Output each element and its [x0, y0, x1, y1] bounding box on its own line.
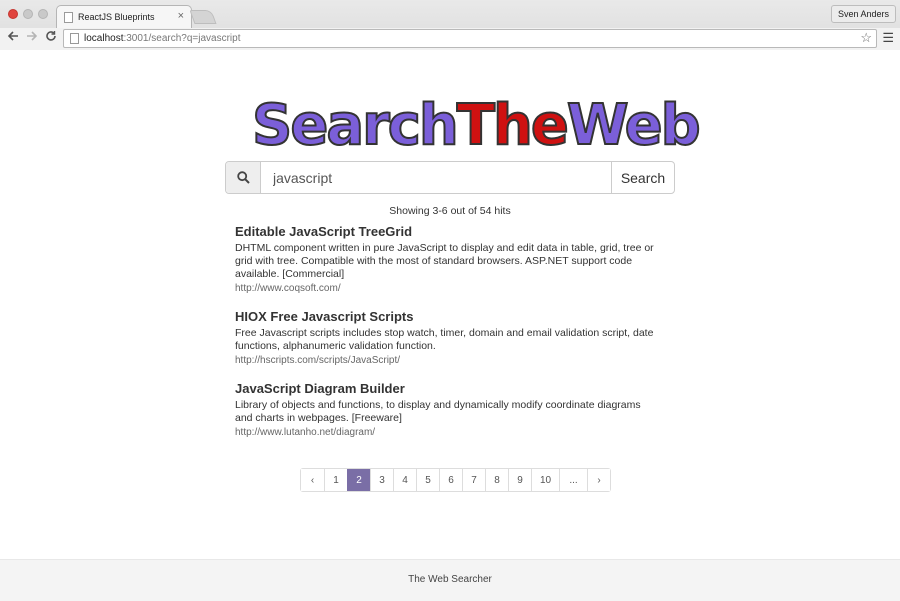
site-logo: SearchTheWeb	[251, 90, 702, 162]
result-description: DHTML component written in pure JavaScri…	[235, 242, 654, 280]
browser-chrome: ReactJS Blueprints × Sven Anders localho…	[0, 0, 900, 50]
tab-strip: ReactJS Blueprints × Sven Anders	[0, 0, 900, 29]
search-input[interactable]	[261, 162, 611, 193]
url-path: :3001/search?q=javascript	[123, 33, 241, 44]
browser-toolbar: localhost:3001/search?q=javascript ☆ ☰	[0, 28, 900, 50]
menu-icon[interactable]: ☰	[882, 30, 894, 46]
result-description: Library of objects and functions, to dis…	[235, 399, 641, 424]
results-list: Editable JavaScript TreeGrid DHTML compo…	[235, 223, 655, 452]
page-button-9[interactable]: 9	[508, 469, 531, 491]
footer-text: The Web Searcher	[408, 574, 492, 585]
tab-close-icon[interactable]: ×	[178, 10, 184, 22]
result-url[interactable]: http://www.lutanho.net/diagram/	[235, 426, 655, 439]
pagination: ‹ 1 2 3 4 5 6 7 8 9 10 ... ›	[300, 468, 611, 492]
result-title[interactable]: HIOX Free Javascript Scripts	[235, 308, 655, 325]
result-url[interactable]: http://www.coqsoft.com/	[235, 282, 655, 295]
result-item: Editable JavaScript TreeGrid DHTML compo…	[235, 223, 655, 295]
search-icon	[226, 162, 261, 193]
page-ellipsis-button[interactable]: ...	[559, 469, 587, 491]
tab-title: ReactJS Blueprints	[78, 12, 155, 22]
logo-part-the: The	[456, 92, 570, 159]
result-item: JavaScript Diagram Builder Library of ob…	[235, 380, 655, 439]
result-description: Free Javascript scripts includes stop wa…	[235, 327, 654, 352]
url-text[interactable]: localhost:3001/search?q=javascript	[84, 33, 241, 44]
hits-count: Showing 3-6 out of 54 hits	[389, 205, 511, 217]
logo-part-search: Search	[251, 92, 460, 159]
window-maximize-button[interactable]	[38, 9, 48, 19]
page-button-6[interactable]: 6	[439, 469, 462, 491]
page-icon	[70, 33, 79, 44]
logo-part-web: Web	[566, 92, 702, 159]
result-url[interactable]: http://hscripts.com/scripts/JavaScript/	[235, 354, 655, 367]
page-button-1[interactable]: 1	[324, 469, 347, 491]
page-button-3[interactable]: 3	[370, 469, 393, 491]
page-button-8[interactable]: 8	[485, 469, 508, 491]
pagination-next-button[interactable]: ›	[587, 469, 610, 491]
new-tab-button[interactable]	[189, 10, 217, 24]
page-footer: The Web Searcher	[0, 559, 900, 601]
page-button-2[interactable]: 2	[347, 469, 370, 491]
browser-tab[interactable]: ReactJS Blueprints ×	[56, 5, 192, 29]
address-bar[interactable]: localhost:3001/search?q=javascript ☆	[63, 29, 877, 48]
window-close-button[interactable]	[8, 9, 18, 19]
search-button[interactable]: Search	[611, 162, 674, 193]
search-bar: Search	[225, 161, 675, 194]
star-icon[interactable]: ☆	[860, 30, 872, 46]
result-title[interactable]: Editable JavaScript TreeGrid	[235, 223, 655, 240]
window-minimize-button[interactable]	[23, 9, 33, 19]
page-button-4[interactable]: 4	[393, 469, 416, 491]
page-button-7[interactable]: 7	[462, 469, 485, 491]
forward-icon[interactable]	[24, 30, 40, 45]
result-item: HIOX Free Javascript Scripts Free Javasc…	[235, 308, 655, 367]
page-button-10[interactable]: 10	[531, 469, 559, 491]
back-icon[interactable]	[5, 30, 21, 45]
profile-button[interactable]: Sven Anders	[830, 5, 896, 23]
page-button-5[interactable]: 5	[416, 469, 439, 491]
url-host: localhost	[84, 33, 124, 44]
page-icon	[64, 12, 73, 23]
pagination-prev-button[interactable]: ‹	[301, 469, 324, 491]
reload-icon[interactable]	[43, 30, 59, 45]
result-title[interactable]: JavaScript Diagram Builder	[235, 380, 655, 397]
